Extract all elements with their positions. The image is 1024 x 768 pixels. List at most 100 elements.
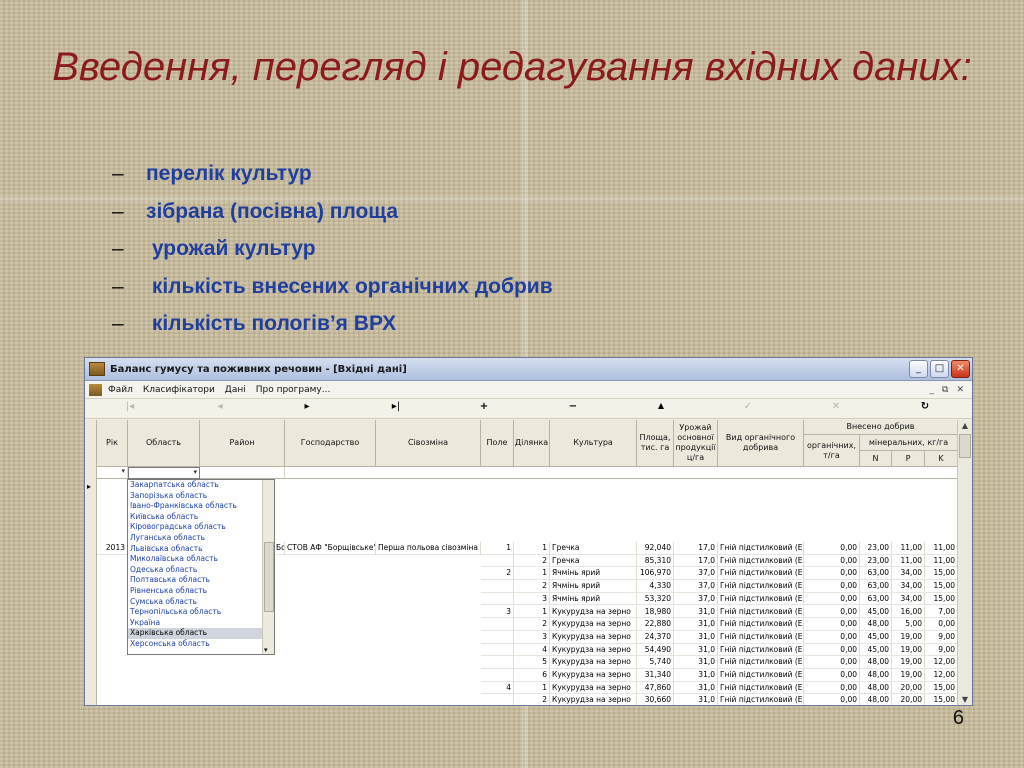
dropdown-option[interactable]: Сумська область bbox=[128, 597, 274, 608]
menu-about[interactable]: Про програму... bbox=[256, 385, 331, 395]
cell-plot[interactable]: 3 bbox=[514, 630, 550, 644]
region-dropdown-list[interactable]: ▾ Закарпатська область Запорізька область… bbox=[127, 479, 275, 655]
cell-n[interactable]: 45,00 bbox=[860, 605, 892, 619]
cell-crop[interactable]: Ячмінь ярий bbox=[550, 567, 637, 581]
cell-area[interactable]: 24,370 bbox=[637, 630, 674, 644]
table-row[interactable]: 5 Кукурудза на зерно 5,740 31,0 Гній підстил… bbox=[97, 656, 958, 669]
cell-yield[interactable]: 17,0 bbox=[674, 554, 718, 568]
cell-field[interactable]: 3 bbox=[481, 605, 514, 619]
minimize-button[interactable]: _ bbox=[909, 360, 928, 378]
cell-plot[interactable]: 1 bbox=[514, 605, 550, 619]
cell-k[interactable]: 11,00 bbox=[925, 542, 958, 555]
cell-p[interactable]: 20,00 bbox=[892, 694, 925, 705]
cell-crop[interactable]: Ячмінь ярий bbox=[550, 592, 637, 606]
cell-area[interactable]: 22,880 bbox=[637, 618, 674, 631]
cell-yield[interactable]: 31,0 bbox=[674, 669, 718, 682]
table-row[interactable]: 2 Кукурудза на зерно 30,660 31,0 Гній підсти… bbox=[97, 694, 958, 705]
nav-first-icon[interactable]: |◂ bbox=[121, 401, 139, 412]
cell-p[interactable]: 34,00 bbox=[892, 580, 925, 593]
nav-prior-icon[interactable]: ◂ bbox=[211, 401, 229, 412]
district-filter[interactable] bbox=[200, 467, 285, 479]
title-bar[interactable]: Баланс гумусу та поживних речовин - [Вхі… bbox=[85, 358, 972, 381]
cell-k[interactable]: 15,00 bbox=[925, 681, 958, 695]
cell-field[interactable] bbox=[481, 694, 514, 705]
cell-p[interactable]: 20,00 bbox=[892, 681, 925, 695]
cell-p[interactable]: 34,00 bbox=[892, 567, 925, 581]
cell-fert[interactable]: Гній підстилковий (Е bbox=[718, 630, 804, 644]
cell-field[interactable] bbox=[481, 656, 514, 669]
cell-fert[interactable]: Гній підстилковий (Е bbox=[718, 643, 804, 657]
cell-org[interactable]: 0,00 bbox=[804, 669, 860, 682]
dropdown-option[interactable]: Луганська область bbox=[128, 533, 274, 544]
cell-n[interactable]: 48,00 bbox=[860, 681, 892, 695]
cell-fert[interactable]: Гній підстилковий (Е bbox=[718, 656, 804, 669]
scroll-thumb[interactable] bbox=[959, 434, 971, 458]
header-organic[interactable]: органічних, т/га bbox=[804, 435, 860, 467]
cell-plot[interactable]: 6 bbox=[514, 669, 550, 682]
cell-n[interactable]: 23,00 bbox=[860, 542, 892, 555]
cell-k[interactable]: 15,00 bbox=[925, 567, 958, 581]
scroll-up-icon[interactable]: ▲ bbox=[958, 421, 972, 430]
cell-plot[interactable]: 3 bbox=[514, 592, 550, 606]
cell-yield[interactable]: 31,0 bbox=[674, 643, 718, 657]
dropdown-option[interactable]: Україна bbox=[128, 618, 274, 629]
cell-area[interactable]: 54,490 bbox=[637, 643, 674, 657]
table-row[interactable]: 6 Кукурудза на зерно 31,340 31,0 Гній підсти… bbox=[97, 669, 958, 682]
cell-plot[interactable]: 2 bbox=[514, 554, 550, 568]
cell-k[interactable]: 15,00 bbox=[925, 580, 958, 593]
cell-yield[interactable]: 31,0 bbox=[674, 694, 718, 705]
region-filter[interactable]: ▾ bbox=[128, 467, 200, 479]
header-year[interactable]: Рік bbox=[97, 420, 128, 467]
dropdown-option[interactable]: Полтавська область bbox=[128, 575, 274, 586]
cell-plot[interactable]: 4 bbox=[514, 643, 550, 657]
cell-k[interactable]: 9,00 bbox=[925, 630, 958, 644]
cell-k[interactable]: 0,00 bbox=[925, 618, 958, 631]
cell-field[interactable] bbox=[481, 643, 514, 657]
cell-yield[interactable]: 37,0 bbox=[674, 580, 718, 593]
cell-area[interactable]: 31,340 bbox=[637, 669, 674, 682]
cell-crop[interactable]: Кукурудза на зерно bbox=[550, 681, 637, 695]
cell-field[interactable] bbox=[481, 669, 514, 682]
cell-org[interactable]: 0,00 bbox=[804, 567, 860, 581]
scroll-down-icon[interactable]: ▼ bbox=[958, 695, 972, 704]
cell-crop[interactable]: Ячмінь ярий bbox=[550, 580, 637, 593]
dropdown-option[interactable]: Львівська область bbox=[128, 544, 274, 555]
header-p[interactable]: P bbox=[892, 451, 925, 467]
header-fertilizer-type[interactable]: Вид органічного добрива bbox=[718, 420, 804, 467]
cell-crop[interactable]: Гречка bbox=[550, 554, 637, 568]
cell-org[interactable]: 0,00 bbox=[804, 618, 860, 631]
cell-p[interactable]: 34,00 bbox=[892, 592, 925, 606]
cell-org[interactable]: 0,00 bbox=[804, 681, 860, 695]
dropdown-option[interactable]: Кіровоградська область bbox=[128, 522, 274, 533]
cell-field[interactable] bbox=[481, 630, 514, 644]
cell-fert[interactable]: Гній підстилковий (Е bbox=[718, 542, 804, 555]
cell-crop[interactable]: Кукурудза на зерно bbox=[550, 618, 637, 631]
chevron-down-icon[interactable]: ▾ bbox=[264, 646, 268, 654]
cell-n[interactable]: 48,00 bbox=[860, 694, 892, 705]
dropdown-option[interactable]: Рівненська область bbox=[128, 586, 274, 597]
vertical-scrollbar[interactable]: ▲ ▼ bbox=[957, 420, 972, 705]
cell-k[interactable]: 15,00 bbox=[925, 592, 958, 606]
cell-fert[interactable]: Гній підстилковий (Е bbox=[718, 554, 804, 568]
cell-p[interactable]: 11,00 bbox=[892, 542, 925, 555]
cell-fert[interactable]: Гній підстилковий (Е bbox=[718, 618, 804, 631]
close-button[interactable]: ✕ bbox=[951, 360, 970, 378]
cell-k[interactable]: 15,00 bbox=[925, 694, 958, 705]
header-area[interactable]: Площа, тис. га bbox=[637, 420, 674, 467]
cell-yield[interactable]: 31,0 bbox=[674, 681, 718, 695]
dropdown-option[interactable]: Запорізька область bbox=[128, 491, 274, 502]
child-minimize-button[interactable]: _ bbox=[930, 385, 935, 395]
cell-k[interactable]: 12,00 bbox=[925, 669, 958, 682]
cell-fert[interactable]: Гній підстилковий (Е bbox=[718, 567, 804, 581]
cell-crop[interactable]: Кукурудза на зерно bbox=[550, 694, 637, 705]
header-crop[interactable]: Культура bbox=[550, 420, 637, 467]
menu-data[interactable]: Дані bbox=[225, 385, 246, 395]
dropdown-option[interactable]: Миколаївська область bbox=[128, 554, 274, 565]
cell-fert[interactable]: Гній підстилковий (Е bbox=[718, 605, 804, 619]
cell-org[interactable]: 0,00 bbox=[804, 630, 860, 644]
nav-last-icon[interactable]: ▸| bbox=[387, 401, 405, 412]
header-region[interactable]: Область bbox=[128, 420, 200, 467]
menu-file[interactable]: Файл bbox=[108, 385, 133, 395]
cell-p[interactable]: 19,00 bbox=[892, 656, 925, 669]
dropdown-scroll-thumb[interactable] bbox=[264, 542, 274, 612]
